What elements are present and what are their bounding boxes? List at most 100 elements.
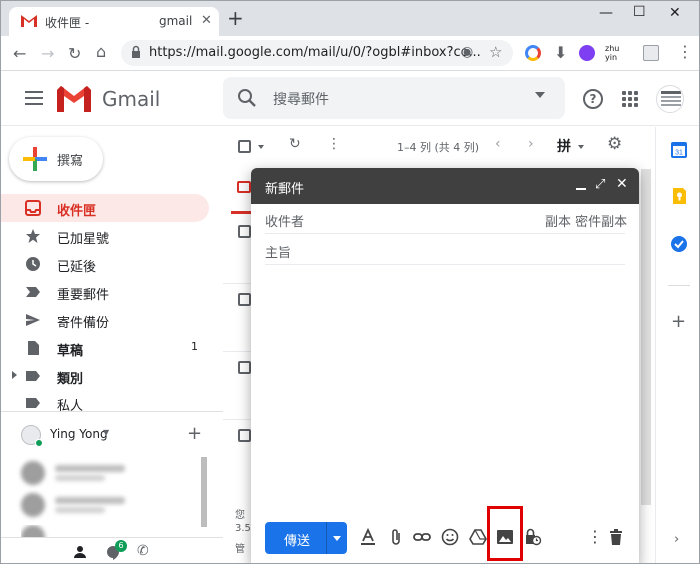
gear-icon[interactable]: ⚙ bbox=[607, 134, 622, 154]
send-button[interactable]: 傳送 bbox=[265, 522, 347, 554]
google-apps-icon[interactable] bbox=[622, 91, 638, 107]
row-checkbox[interactable] bbox=[238, 293, 251, 306]
compose-header[interactable]: 新郵件 ⤢ ✕ bbox=[251, 168, 639, 204]
side-panel-divider bbox=[668, 285, 690, 286]
list-item[interactable] bbox=[21, 493, 201, 517]
search-options-icon[interactable] bbox=[535, 92, 545, 98]
expand-arrow-icon[interactable] bbox=[12, 371, 17, 379]
more-options-icon[interactable]: ⋮ bbox=[587, 527, 603, 546]
get-addons-icon[interactable]: + bbox=[671, 311, 686, 332]
link-icon[interactable] bbox=[413, 528, 431, 546]
download-icon[interactable]: ⬇ bbox=[554, 43, 567, 62]
recipients-input[interactable]: 收件者 bbox=[265, 211, 304, 230]
sidebar-item-label: 已加星號 bbox=[57, 232, 110, 247]
compose-label: 撰寫 bbox=[57, 154, 84, 169]
hangouts-user[interactable]: Ying Yong ▼ + bbox=[21, 423, 221, 447]
browser-menu-icon[interactable]: ⋮ bbox=[677, 42, 693, 61]
fullscreen-icon[interactable]: ⤢ bbox=[595, 177, 605, 192]
profile-extension-icon[interactable] bbox=[579, 45, 595, 61]
keep-icon[interactable] bbox=[670, 187, 688, 205]
sidebar-item-inbox[interactable]: 收件匣 bbox=[1, 194, 209, 222]
minimize-window-icon[interactable]: — bbox=[599, 5, 613, 21]
reload-icon[interactable]: ↻ bbox=[68, 44, 81, 63]
main-menu-icon[interactable] bbox=[25, 91, 43, 105]
address-bar[interactable]: https://mail.google.com/mail/u/0/?ogbl#i… bbox=[121, 40, 513, 66]
bookmark-star-icon[interactable]: ☆ bbox=[489, 43, 502, 61]
contacts-scrollbar[interactable] bbox=[201, 457, 207, 527]
main-scrollbar[interactable] bbox=[641, 169, 651, 505]
browser-tab[interactable]: 收件匣 - gmail ✕ bbox=[9, 7, 219, 36]
expand-panel-icon[interactable]: › bbox=[674, 532, 679, 547]
cc-bcc-links[interactable]: 副本 密件副本 bbox=[545, 211, 627, 230]
row-checkbox[interactable] bbox=[238, 225, 251, 238]
mail-list bbox=[223, 165, 253, 505]
select-options-icon[interactable] bbox=[258, 145, 264, 149]
gmail-logo-icon bbox=[57, 86, 91, 112]
account-avatar[interactable] bbox=[656, 85, 684, 113]
prev-page-icon[interactable]: ‹ bbox=[495, 136, 501, 152]
list-item[interactable] bbox=[21, 461, 201, 485]
account-logo-icon bbox=[661, 91, 681, 106]
inbox-tab-icon[interactable] bbox=[237, 181, 251, 193]
sidebar-item-important[interactable]: 重要郵件 bbox=[1, 278, 209, 306]
tab-close-icon[interactable]: ✕ bbox=[201, 13, 212, 28]
sidebar-item-categories[interactable]: 類別 bbox=[1, 362, 209, 390]
send-options-icon[interactable] bbox=[333, 536, 341, 541]
person-icon bbox=[74, 546, 86, 558]
tasks-icon[interactable] bbox=[670, 235, 688, 253]
sidebar-item-sent[interactable]: 寄件備份 bbox=[1, 306, 209, 334]
url-text: https://mail.google.com/mail/u/0/?ogbl#i… bbox=[149, 45, 481, 60]
recipients-field[interactable]: 收件者 副本 密件副本 bbox=[265, 204, 627, 234]
zhuyin-extension-icon[interactable]: zhu yin bbox=[605, 44, 625, 62]
message-body[interactable] bbox=[265, 272, 625, 512]
left-sidebar: 撰寫 收件匣 已加星號 已延後 重要郵件 寄件備份 草稿 1 類別 私人 Yin… bbox=[1, 127, 223, 563]
select-all-checkbox[interactable] bbox=[238, 140, 251, 153]
eye-icon[interactable]: ◉ bbox=[461, 44, 473, 60]
row-divider bbox=[223, 419, 253, 420]
compose-button[interactable]: 撰寫 bbox=[9, 137, 103, 181]
sidebar-item-starred[interactable]: 已加星號 bbox=[1, 222, 209, 250]
search-icon[interactable] bbox=[237, 88, 257, 108]
input-tool-caret-icon[interactable] bbox=[578, 145, 584, 149]
subject-input[interactable]: 主旨 bbox=[265, 242, 291, 261]
attach-icon[interactable] bbox=[387, 528, 405, 546]
input-tool-button[interactable]: 拼 bbox=[557, 136, 571, 156]
drafts-count: 1 bbox=[191, 340, 198, 353]
sidebar-item-private[interactable]: 私人 bbox=[1, 389, 209, 417]
list-item[interactable] bbox=[21, 525, 201, 537]
close-window-icon[interactable]: ✕ bbox=[669, 5, 681, 21]
subject-field[interactable]: 主旨 bbox=[265, 235, 625, 265]
chevron-down-icon[interactable]: ▼ bbox=[103, 428, 109, 437]
forward-icon[interactable]: → bbox=[41, 44, 54, 63]
maximize-window-icon[interactable]: ☐ bbox=[633, 4, 646, 20]
help-icon[interactable]: ? bbox=[583, 89, 603, 109]
formatting-icon[interactable] bbox=[359, 528, 377, 546]
row-checkbox[interactable] bbox=[238, 361, 251, 374]
tab-contacts[interactable] bbox=[65, 538, 95, 563]
next-page-icon[interactable]: › bbox=[528, 136, 534, 152]
side-panel: 31 + › bbox=[655, 127, 699, 563]
more-options-icon[interactable]: ⋮ bbox=[327, 136, 341, 152]
mail-search[interactable]: 搜尋郵件 bbox=[223, 77, 565, 119]
back-icon[interactable]: ← bbox=[13, 44, 26, 63]
confidential-mode-icon[interactable] bbox=[524, 528, 542, 546]
sidebar-item-drafts[interactable]: 草稿 1 bbox=[1, 334, 209, 362]
drive-icon[interactable] bbox=[469, 528, 487, 546]
home-icon[interactable]: ⌂ bbox=[96, 42, 106, 61]
phone-icon[interactable]: ✆ bbox=[137, 543, 149, 559]
emoji-icon[interactable] bbox=[441, 528, 459, 546]
row-checkbox[interactable] bbox=[238, 429, 251, 442]
minimize-icon[interactable] bbox=[576, 188, 586, 190]
sidebar-item-label: 類別 bbox=[57, 372, 84, 387]
add-contact-icon[interactable]: + bbox=[187, 423, 202, 444]
discard-draft-icon[interactable] bbox=[607, 528, 625, 546]
search-input[interactable]: 搜尋郵件 bbox=[273, 89, 329, 109]
chrome-extension-icon[interactable] bbox=[525, 45, 541, 61]
send-icon bbox=[26, 314, 40, 326]
calendar-icon[interactable]: 31 bbox=[670, 141, 688, 159]
new-tab-icon[interactable]: + bbox=[227, 8, 244, 28]
refresh-icon[interactable]: ↻ bbox=[289, 136, 301, 152]
close-icon[interactable]: ✕ bbox=[616, 176, 628, 192]
extension-app-icon[interactable] bbox=[643, 45, 659, 61]
sidebar-item-snoozed[interactable]: 已延後 bbox=[1, 250, 209, 278]
